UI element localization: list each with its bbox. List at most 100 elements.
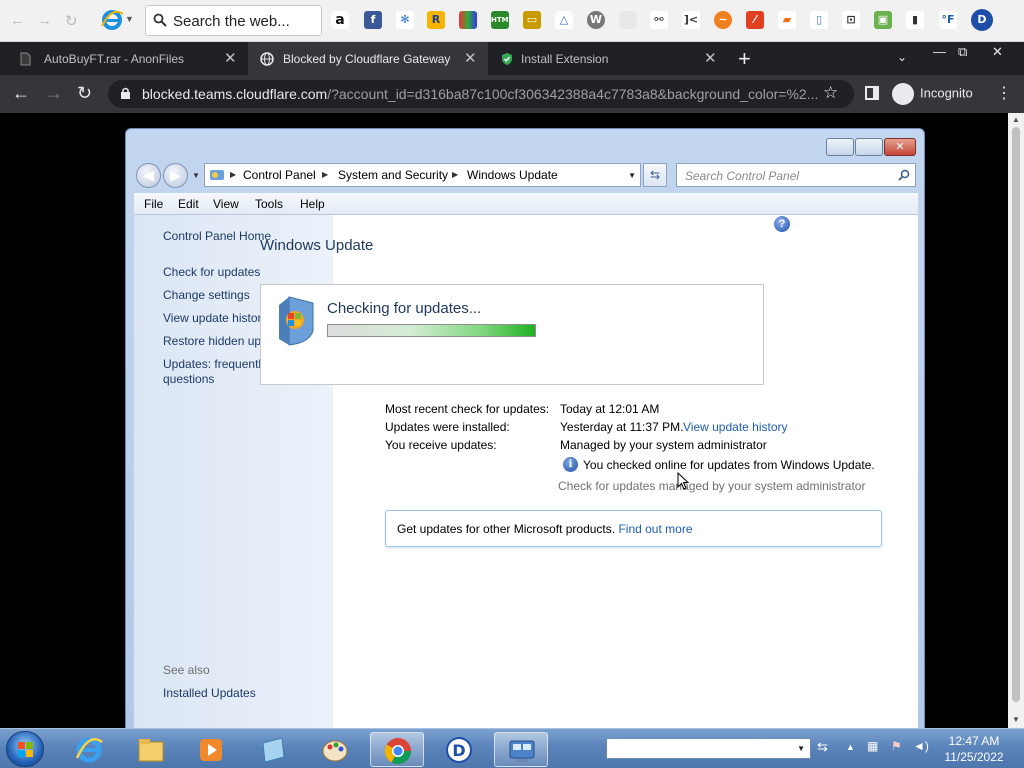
new-tab-plus-icon[interactable]: + (738, 46, 751, 72)
scroll-up-icon[interactable]: ▲ (1012, 115, 1020, 124)
breadcrumb[interactable]: ▶ Control Panel ▶ System and Security ▶ … (204, 163, 641, 187)
tray-expand-icon[interactable]: ▲ (846, 742, 855, 752)
snowflake-icon[interactable]: ✻ (396, 11, 414, 29)
copy-icon[interactable]: ▯ (810, 11, 828, 29)
tab-install-extension[interactable]: Install Extension ✕ (488, 42, 728, 75)
taskbar-address-combo[interactable]: ▼ (606, 738, 811, 759)
amazon-icon[interactable]: a (331, 11, 349, 29)
taskbar-chrome-button[interactable] (370, 732, 424, 767)
menu-view[interactable]: View (213, 197, 239, 211)
window-close-icon[interactable]: ✕ (992, 44, 1003, 60)
explorer-back-button[interactable]: ◀ (136, 163, 161, 188)
file-icon (20, 52, 31, 66)
menu-tools[interactable]: Tools (255, 197, 283, 211)
page-scrollbar[interactable]: ▲ ▼ (1008, 113, 1024, 728)
control-panel-window: ✕ ◀ ▶ ▼ ▶ Control Panel ▶ System and Sec… (125, 128, 925, 729)
ie-logo-icon[interactable] (100, 8, 124, 32)
bookmark-star-icon[interactable]: ☆ (823, 83, 838, 103)
minimize-icon[interactable]: — (933, 44, 946, 59)
web-search-placeholder: Search the web... (173, 13, 290, 30)
reload-button[interactable]: ↻ (77, 83, 92, 104)
help-icon[interactable]: ? (774, 216, 790, 232)
incognito-profile[interactable]: Incognito (892, 83, 973, 105)
link-view-update-history-inline[interactable]: View update history (683, 420, 788, 434)
network-icon[interactable]: ⚯ (650, 11, 668, 29)
puzzle-icon[interactable] (459, 11, 477, 29)
cp-close-button[interactable]: ✕ (884, 138, 916, 156)
breadcrumb-arrow-icon[interactable]: ▶ (452, 170, 458, 179)
mouse-cursor-icon (677, 472, 689, 490)
tray-refresh-icon[interactable]: ⇆ (817, 739, 828, 755)
refresh-button[interactable]: ⇆ (643, 163, 667, 187)
slash-icon[interactable]: ⁄ (746, 11, 764, 29)
side-panel-icon[interactable] (865, 86, 879, 100)
wordpress-icon[interactable]: W (587, 11, 605, 29)
find-out-more-link[interactable]: Find out more (618, 522, 692, 536)
start-button[interactable] (6, 731, 44, 767)
scroll-down-icon[interactable]: ▼ (1012, 715, 1020, 724)
scrollbar-thumb[interactable] (1012, 127, 1020, 702)
fahrenheit-icon[interactable]: °F (939, 11, 957, 29)
breadcrumb-arrow-icon[interactable]: ▶ (322, 170, 328, 179)
menu-help[interactable]: Help (300, 197, 325, 211)
sun-icon[interactable]: ~ (714, 11, 732, 29)
close-icon[interactable]: ✕ (704, 49, 717, 67)
action-center-icon[interactable]: ⚑ (891, 739, 902, 753)
facebook-icon[interactable]: f (364, 11, 382, 29)
taskbar-ie-button[interactable] (62, 732, 116, 767)
triangle-icon[interactable]: △ (555, 11, 573, 29)
system-clock[interactable]: 12:47 AM 11/25/2022 (934, 733, 1014, 765)
control-panel-icon (509, 740, 535, 762)
address-dropdown-icon[interactable]: ▼ (628, 171, 636, 180)
phone-icon[interactable]: ▮ (906, 11, 924, 29)
taskbar-notepad-button[interactable] (246, 732, 300, 767)
tab-cloudflare-blocked[interactable]: Blocked by Cloudflare Gateway ✕ (248, 42, 488, 75)
menu-file[interactable]: File (144, 197, 163, 211)
tab-strip: AutoBuyFT.rar - AnonFiles ✕ Blocked by C… (0, 42, 1024, 75)
breadcrumb-arrow-icon[interactable]: ▶ (230, 170, 236, 179)
ie-dropdown-icon[interactable]: ▼ (125, 14, 134, 24)
d-icon[interactable]: D (971, 9, 993, 31)
bracket-icon[interactable]: ]< (682, 11, 700, 29)
cp-maximize-button[interactable] (855, 138, 883, 156)
recent-pages-chevron-icon[interactable]: ▼ (192, 171, 200, 180)
html-icon[interactable]: HTML (491, 11, 513, 29)
close-icon[interactable]: ✕ (464, 49, 477, 67)
explorer-forward-button[interactable]: ▶ (163, 163, 188, 188)
wolf-icon[interactable] (619, 11, 637, 29)
menu-kebab-icon[interactable]: ⋮ (996, 83, 1012, 103)
cp-minimize-button[interactable] (826, 138, 854, 156)
taskbar-explorer-button[interactable] (124, 732, 178, 767)
android-icon[interactable]: ▣ (874, 11, 892, 29)
breadcrumb-windows-update[interactable]: Windows Update (467, 168, 558, 182)
folder-icon[interactable]: ▭ (523, 11, 541, 29)
link-installed-updates[interactable]: Installed Updates (163, 686, 323, 701)
web-search-box[interactable]: Search the web... (145, 5, 322, 36)
taskbar-control-panel-button[interactable] (494, 732, 548, 767)
url-omnibox[interactable]: blocked.teams.cloudflare.com/?account_id… (108, 80, 854, 108)
combo-dropdown-icon[interactable]: ▼ (797, 744, 805, 753)
search-icon[interactable] (898, 169, 910, 181)
sneaker-icon[interactable]: ▰ (778, 11, 796, 29)
close-icon[interactable]: ✕ (224, 49, 237, 67)
r-badge-icon[interactable]: R (427, 11, 445, 29)
taskbar-media-player-button[interactable] (184, 732, 238, 767)
link-check-for-updates[interactable]: Check for updates (163, 265, 323, 280)
car-icon[interactable]: ⊡ (842, 11, 860, 29)
back-button[interactable]: ← (12, 83, 30, 104)
tab-anonfiles[interactable]: AutoBuyFT.rar - AnonFiles ✕ (0, 42, 248, 75)
lock-icon[interactable] (120, 87, 131, 100)
menu-edit[interactable]: Edit (178, 197, 199, 211)
breadcrumb-control-panel[interactable]: Control Panel (243, 168, 316, 182)
online-check-note: You checked online for updates from Wind… (583, 458, 875, 472)
network-tray-icon[interactable]: ▦ (867, 739, 878, 753)
tab-search-chevron-icon[interactable]: ⌄ (897, 50, 907, 64)
taskbar-paint-button[interactable] (308, 732, 362, 767)
taskbar-d-app-button[interactable]: D (432, 732, 486, 767)
volume-icon[interactable]: ◄) (913, 739, 929, 753)
restore-icon[interactable]: ⧉ (958, 44, 967, 60)
tab-title: Install Extension (521, 52, 609, 66)
forward-button[interactable]: → (45, 83, 63, 104)
search-control-panel-input[interactable]: Search Control Panel (676, 163, 916, 187)
breadcrumb-system-security[interactable]: System and Security (338, 168, 448, 182)
